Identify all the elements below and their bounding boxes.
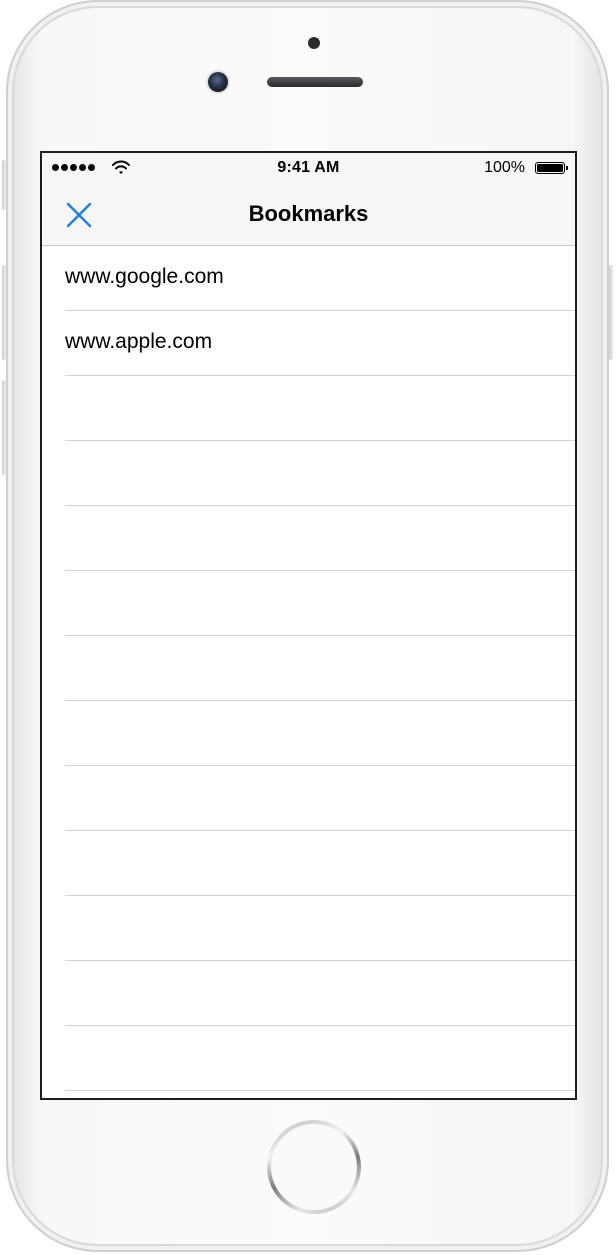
empty-row: [42, 701, 575, 766]
proximity-sensor: [308, 37, 320, 49]
device-screen: 9:41 AM 100% Bookmarks www.google.com ww…: [40, 151, 577, 1100]
volume-up-button: [2, 265, 6, 360]
power-button: [609, 265, 613, 360]
navigation-bar: 9:41 AM 100% Bookmarks: [42, 153, 575, 246]
empty-row: [42, 571, 575, 636]
page-title: Bookmarks: [248, 201, 369, 226]
earpiece-speaker: [267, 77, 363, 87]
front-camera: [208, 72, 228, 92]
empty-row: [42, 376, 575, 441]
battery-icon: [535, 162, 568, 174]
bookmark-row[interactable]: www.google.com: [42, 246, 575, 311]
bookmarks-list: www.google.com www.apple.com: [42, 246, 575, 1091]
empty-row: [42, 636, 575, 701]
volume-down-button: [2, 380, 6, 475]
battery-fill: [537, 164, 563, 172]
empty-row: [42, 831, 575, 896]
empty-row: [42, 766, 575, 831]
bookmark-row[interactable]: www.apple.com: [42, 311, 575, 376]
empty-row: [42, 961, 575, 1026]
empty-row: [42, 441, 575, 506]
status-bar: 9:41 AM 100%: [42, 153, 575, 185]
battery-percentage: 100%: [484, 159, 525, 176]
bookmark-label: www.apple.com: [65, 330, 213, 353]
empty-row: [42, 1026, 575, 1091]
bookmark-label: www.google.com: [65, 265, 224, 288]
empty-row: [42, 506, 575, 571]
home-button[interactable]: [267, 1120, 361, 1214]
mute-switch: [2, 160, 6, 210]
empty-row: [42, 896, 575, 961]
